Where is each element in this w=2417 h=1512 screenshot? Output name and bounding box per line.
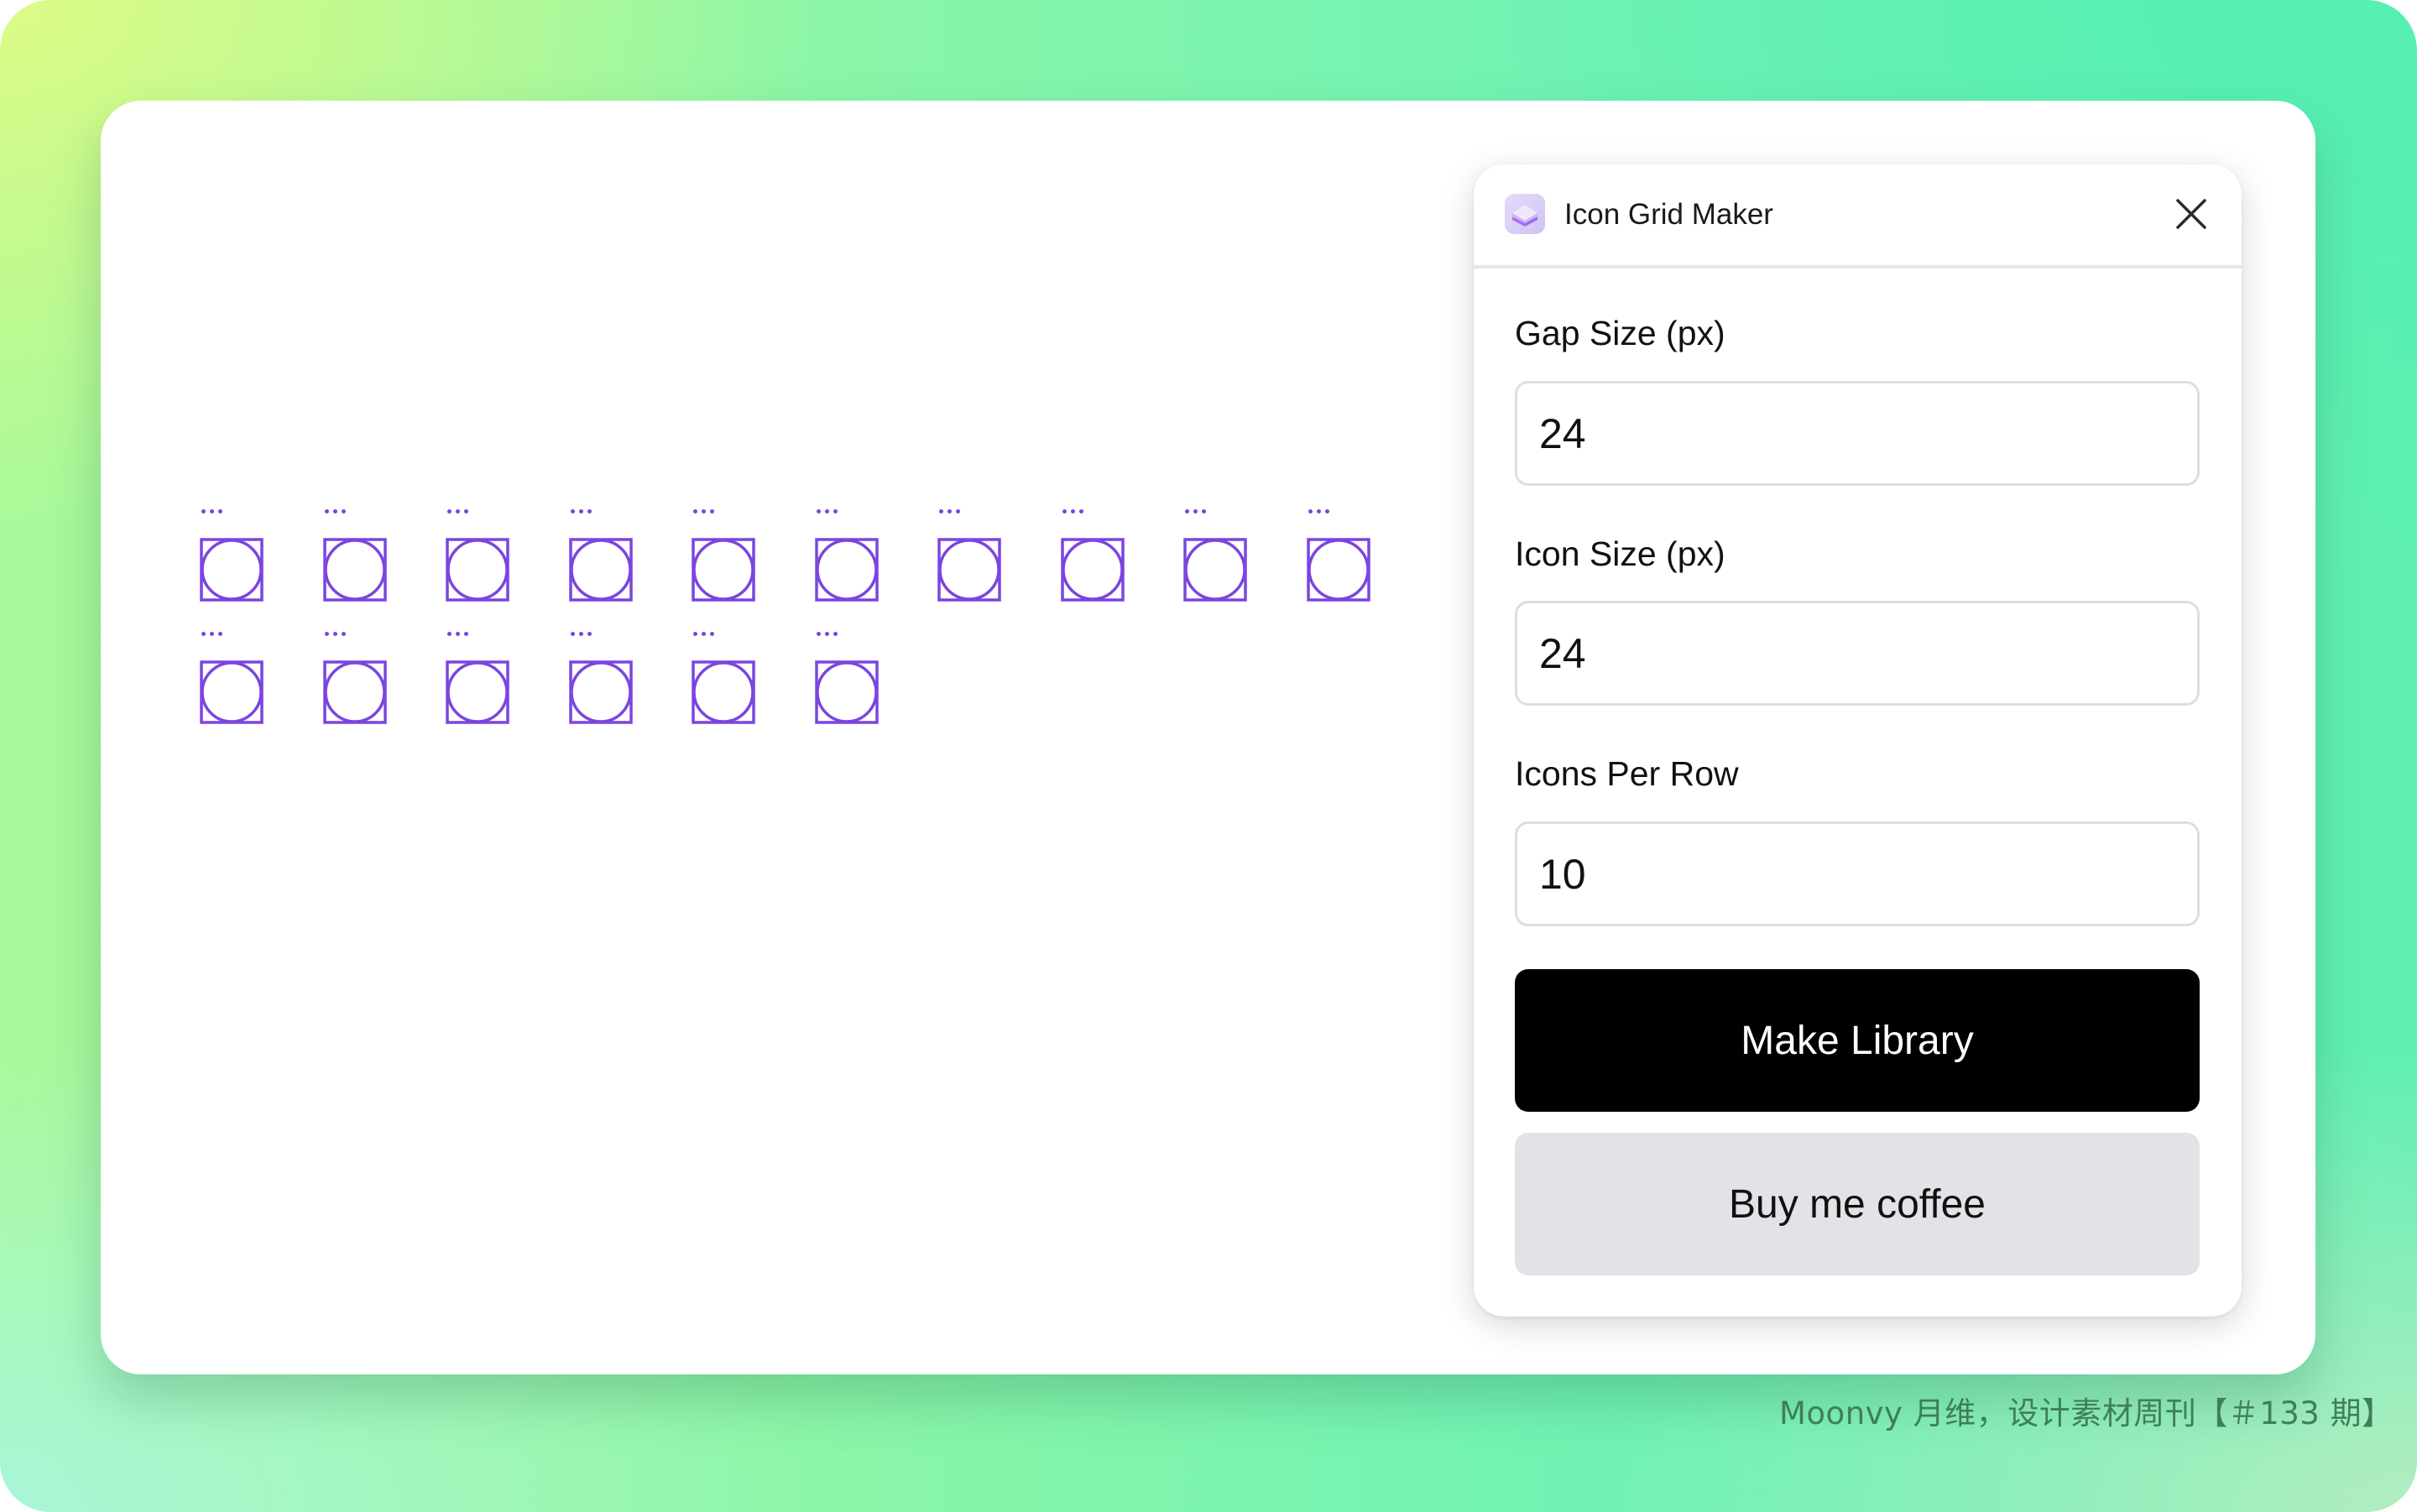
- icons-per-row-label: Icons Per Row: [1515, 754, 1739, 793]
- icon-label-ellipsis: [693, 632, 718, 637]
- square-circle-icon: [692, 660, 755, 724]
- square-circle-icon: [322, 660, 387, 724]
- square-circle-icon: [937, 538, 1001, 602]
- icon-label-ellipsis: [1062, 509, 1088, 514]
- icon-label-ellipsis: [324, 632, 350, 637]
- gap-size-input[interactable]: [1515, 381, 2200, 486]
- make-library-button[interactable]: Make Library: [1515, 969, 2200, 1112]
- icon-cell[interactable]: [200, 509, 264, 602]
- icon-cell[interactable]: [1060, 509, 1125, 602]
- panel-title: Icon Grid Maker: [1564, 198, 1773, 231]
- icon-cell[interactable]: [200, 632, 264, 724]
- icon-label-ellipsis: [816, 509, 842, 514]
- icon-label-ellipsis: [201, 509, 227, 514]
- plugin-panel: Icon Grid Maker Gap Size (px) Icon Size …: [1474, 164, 2242, 1316]
- icon-label-ellipsis: [1308, 509, 1334, 514]
- close-button[interactable]: [2172, 195, 2211, 233]
- square-circle-icon: [692, 538, 755, 602]
- square-circle-icon: [568, 660, 633, 724]
- icon-cell[interactable]: [568, 632, 633, 724]
- close-icon: [2176, 199, 2206, 229]
- icon-label-ellipsis: [816, 632, 842, 637]
- icon-cell[interactable]: [322, 509, 387, 602]
- icon-cell[interactable]: [568, 509, 633, 602]
- icon-label-ellipsis: [324, 509, 350, 514]
- square-circle-icon: [322, 538, 387, 602]
- icon-size-label: Icon Size (px): [1515, 534, 1725, 573]
- square-circle-icon: [1060, 538, 1125, 602]
- icon-label-ellipsis: [1185, 509, 1210, 514]
- gap-size-label: Gap Size (px): [1515, 314, 1725, 352]
- icon-cell[interactable]: [937, 509, 1001, 602]
- square-circle-icon: [200, 660, 264, 724]
- icon-label-ellipsis: [570, 632, 596, 637]
- icon-label-ellipsis: [447, 509, 472, 514]
- icon-cell[interactable]: [446, 632, 509, 724]
- icon-cell[interactable]: [814, 509, 879, 602]
- icon-cell[interactable]: [1306, 509, 1370, 602]
- square-circle-icon: [1183, 538, 1247, 602]
- icon-cell[interactable]: [692, 509, 755, 602]
- icon-label-ellipsis: [570, 509, 596, 514]
- icon-label-ellipsis: [201, 632, 227, 637]
- square-circle-icon: [814, 538, 879, 602]
- watermark-caption: Moonvy 月维，设计素材周刊【＃133 期】: [1779, 1395, 2394, 1431]
- icons-per-row-input[interactable]: [1515, 821, 2200, 926]
- panel-header: Icon Grid Maker: [1474, 164, 2242, 269]
- icon-cell[interactable]: [1183, 509, 1247, 602]
- square-circle-icon: [1306, 538, 1370, 602]
- icon-label-ellipsis: [939, 509, 964, 514]
- icon-label-ellipsis: [693, 509, 718, 514]
- square-circle-icon: [446, 660, 509, 724]
- square-circle-icon: [200, 538, 264, 602]
- icon-cell[interactable]: [692, 632, 755, 724]
- icon-cell[interactable]: [446, 509, 509, 602]
- icon-cell[interactable]: [814, 632, 879, 724]
- icon-cell[interactable]: [322, 632, 387, 724]
- stacked-layers-icon: [1505, 194, 1545, 234]
- buy-me-coffee-button[interactable]: Buy me coffee: [1515, 1133, 2200, 1275]
- square-circle-icon: [446, 538, 509, 602]
- icon-size-input[interactable]: [1515, 601, 2200, 706]
- square-circle-icon: [814, 660, 879, 724]
- square-circle-icon: [568, 538, 633, 602]
- icon-label-ellipsis: [447, 632, 472, 637]
